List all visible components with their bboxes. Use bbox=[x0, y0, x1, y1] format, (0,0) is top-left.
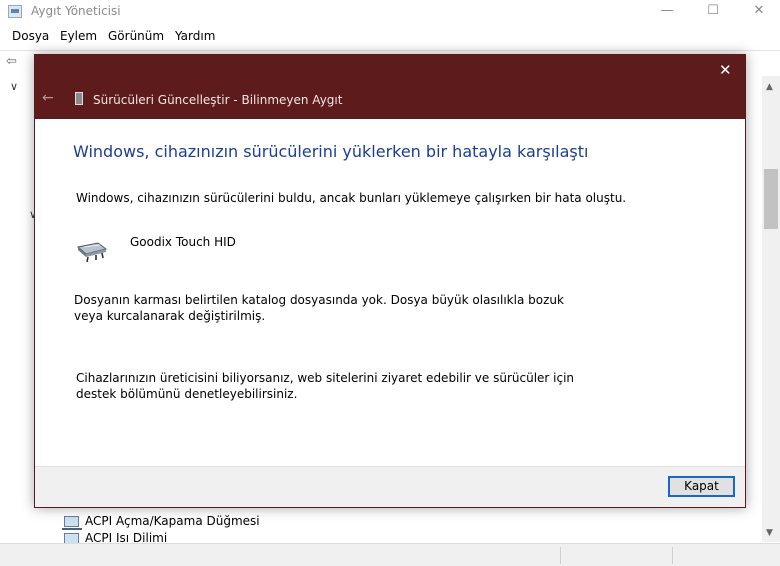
driver-name: Goodix Touch HID bbox=[130, 235, 236, 249]
dialog-title: Sürücüleri Güncelleştir - Bilinmeyen Ayg… bbox=[93, 93, 343, 107]
device-manager-icon bbox=[8, 5, 22, 18]
menu-file[interactable]: Dosya bbox=[12, 29, 49, 43]
minimize-button[interactable]: — bbox=[644, 0, 690, 24]
driver-found-message: Windows, cihazınızın sürücülerini buldu,… bbox=[76, 191, 627, 205]
window-titlebar: Aygıt Yöneticisi — ☐ ✕ bbox=[0, 0, 780, 24]
scroll-down-icon[interactable]: ▼ bbox=[766, 528, 773, 538]
scroll-up-icon[interactable]: ▲ bbox=[766, 82, 773, 92]
update-drivers-dialog: ← Sürücüleri Güncelleştir - Bilinmeyen A… bbox=[34, 54, 746, 508]
vertical-scrollbar[interactable]: ▲ ▼ bbox=[762, 76, 780, 542]
device-icon bbox=[75, 92, 83, 105]
dialog-body: Windows, cihazınızın sürücülerini yükler… bbox=[35, 119, 745, 466]
error-heading: Windows, cihazınızın sürücülerini yükler… bbox=[73, 142, 589, 161]
back-arrow-icon[interactable]: ⇦ bbox=[6, 54, 17, 69]
maximize-button[interactable]: ☐ bbox=[690, 0, 736, 24]
status-divider bbox=[672, 547, 673, 564]
help-message: Cihazlarınızın üreticisini biliyorsanız,… bbox=[76, 371, 575, 401]
close-icon[interactable]: ✕ bbox=[719, 61, 732, 79]
menu-help[interactable]: Yardım bbox=[175, 29, 215, 43]
dialog-titlebar: ← Sürücüleri Güncelleştir - Bilinmeyen A… bbox=[35, 55, 745, 119]
computer-icon bbox=[62, 516, 82, 530]
close-button[interactable]: Kapat bbox=[668, 476, 735, 497]
dialog-footer: Kapat bbox=[35, 466, 745, 507]
chevron-down-icon[interactable]: ∨ bbox=[10, 80, 18, 93]
menu-action[interactable]: Eylem bbox=[60, 29, 97, 43]
back-arrow-icon[interactable]: ← bbox=[42, 90, 54, 106]
scrollbar-thumb[interactable] bbox=[764, 169, 778, 229]
window-close-button[interactable]: ✕ bbox=[736, 0, 780, 24]
menu-view[interactable]: Görünüm bbox=[108, 29, 164, 43]
status-bar bbox=[0, 543, 780, 566]
menu-bar: Dosya Eylem Görünüm Yardım bbox=[0, 26, 780, 46]
status-divider bbox=[560, 547, 561, 564]
tree-item-label: ACPI Açma/Kapama Düğmesi bbox=[85, 514, 260, 528]
touchpad-device-icon bbox=[76, 242, 108, 263]
error-details: Dosyanın karması belirtilen katalog dosy… bbox=[74, 293, 564, 323]
window-title: Aygıt Yöneticisi bbox=[31, 4, 121, 18]
